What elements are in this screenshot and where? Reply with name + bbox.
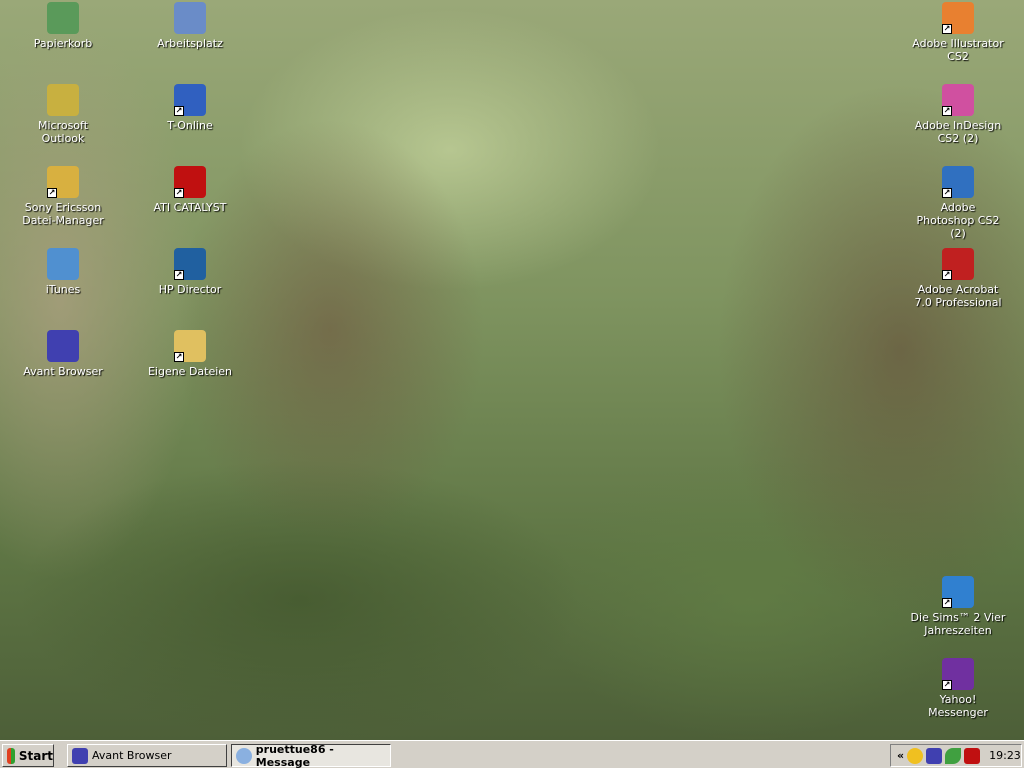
leaf-tray-icon[interactable] (945, 747, 962, 764)
desktop-icon-label: Arbeitsplatz (157, 37, 223, 50)
ati-icon: ↗ (174, 166, 206, 198)
desktop-icon-acrobat[interactable]: ↗ Adobe Acrobat 7.0 Professional (910, 248, 1006, 309)
system-tray: « 19:23 (890, 744, 1022, 767)
shortcut-arrow-icon: ↗ (942, 270, 952, 280)
desktop-icon-label: ATI CATALYST (153, 201, 227, 214)
desktop-icon-phone-folder[interactable]: ↗ Sony Ericsson Datei-Manager (15, 166, 111, 227)
desktop-icon-label: Papierkorb (33, 37, 93, 50)
desktop-icon-recycle-bin[interactable]: Papierkorb (15, 2, 111, 50)
desktop-icon-my-computer[interactable]: Arbeitsplatz (142, 2, 238, 50)
desktop-icon-label: Eigene Dateien (147, 365, 233, 378)
desktop-icon-label: Adobe InDesign CS2 (2) (914, 119, 1002, 145)
yahoo-messenger-tray-icon[interactable] (907, 747, 924, 764)
desktop-icon-t-online[interactable]: ↗ T-Online (142, 84, 238, 132)
yahoo-messenger-icon: ↗ (942, 658, 974, 690)
hp-director-icon: ↗ (174, 248, 206, 280)
task-label: Avant Browser (92, 749, 172, 762)
shortcut-arrow-icon: ↗ (174, 188, 184, 198)
desktop-icon-photoshop[interactable]: ↗ Adobe Photoshop CS2 (2) (910, 166, 1006, 240)
desktop-icon-ati[interactable]: ↗ ATI CATALYST (142, 166, 238, 214)
desktop-icon-sims[interactable]: ↗ Die Sims™ 2 Vier Jahreszeiten (910, 576, 1006, 637)
shortcut-arrow-icon: ↗ (942, 106, 952, 116)
desktop-icon-my-documents[interactable]: ↗ Eigene Dateien (142, 330, 238, 378)
recycle-bin-icon (47, 2, 79, 34)
desktop-icon-illustrator[interactable]: ↗ Adobe Illustrator CS2 (910, 2, 1006, 63)
desktop-icon-label: Adobe Acrobat 7.0 Professional (914, 283, 1002, 309)
clock[interactable]: 19:23 (989, 749, 1021, 762)
start-label: Start (18, 748, 53, 763)
desktop-icon-label: Avant Browser (23, 365, 103, 378)
desktop-icon-label: Die Sims™ 2 Vier Jahreszeiten (910, 611, 1006, 637)
illustrator-icon: ↗ (942, 2, 974, 34)
itunes-icon (47, 248, 79, 280)
shortcut-arrow-icon: ↗ (942, 680, 952, 690)
taskbar-button-message[interactable]: pruettue86 - Message (231, 742, 391, 769)
avant-browser-icon (72, 747, 88, 764)
desktop-icon-label: HP Director (158, 283, 222, 296)
desktop-icon-label: Microsoft Outlook (37, 119, 89, 145)
windows-logo-icon (7, 747, 15, 764)
shortcut-arrow-icon: ↗ (174, 352, 184, 362)
taskbar-button-avant-browser[interactable]: Avant Browser (67, 744, 227, 767)
my-documents-icon: ↗ (174, 330, 206, 362)
desktop-icon-outlook[interactable]: Microsoft Outlook (15, 84, 111, 145)
outlook-icon (47, 84, 79, 116)
tray-expand-button[interactable]: « (897, 749, 904, 762)
start-button[interactable]: Start (2, 744, 54, 767)
indesign-icon: ↗ (942, 84, 974, 116)
shortcut-arrow-icon: ↗ (942, 24, 952, 34)
photoshop-icon: ↗ (942, 166, 974, 198)
taskbar: Start Avant Browser pruettue86 - Message… (0, 740, 1024, 769)
desktop-icon-hp-director[interactable]: ↗ HP Director (142, 248, 238, 296)
desktop-icon-indesign[interactable]: ↗ Adobe InDesign CS2 (2) (910, 84, 1006, 145)
acrobat-icon: ↗ (942, 248, 974, 280)
desktop-icon-label: Adobe Illustrator CS2 (912, 37, 1004, 63)
shortcut-arrow-icon: ↗ (942, 598, 952, 608)
my-computer-icon (174, 2, 206, 34)
desktop-icon-label: T-Online (167, 119, 213, 132)
ati-tray-icon[interactable] (964, 747, 981, 764)
desktop-icon-yahoo-messenger[interactable]: ↗ Yahoo! Messenger (910, 658, 1006, 719)
shortcut-arrow-icon: ↗ (174, 270, 184, 280)
desktop-icon-label: Adobe Photoshop CS2 (2) (916, 201, 1000, 240)
desktop-icon-label: Yahoo! Messenger (928, 693, 988, 719)
t-online-icon: ↗ (174, 84, 206, 116)
shortcut-arrow-icon: ↗ (942, 188, 952, 198)
task-label: pruettue86 - Message (255, 742, 334, 769)
avant-browser-tray-icon[interactable] (926, 747, 943, 764)
desktop: Papierkorb Arbeitsplatz Microsoft Outlook ↗… (0, 0, 1024, 740)
desktop-icon-label: Sony Ericsson Datei-Manager (22, 201, 104, 227)
shortcut-arrow-icon: ↗ (47, 188, 57, 198)
messenger-icon (236, 747, 252, 764)
desktop-icon-label: iTunes (45, 283, 81, 296)
desktop-icon-avant-browser[interactable]: Avant Browser (15, 330, 111, 378)
sims-icon: ↗ (942, 576, 974, 608)
shortcut-arrow-icon: ↗ (174, 106, 184, 116)
desktop-icon-itunes[interactable]: iTunes (15, 248, 111, 296)
avant-browser-icon (47, 330, 79, 362)
phone-folder-icon: ↗ (47, 166, 79, 198)
